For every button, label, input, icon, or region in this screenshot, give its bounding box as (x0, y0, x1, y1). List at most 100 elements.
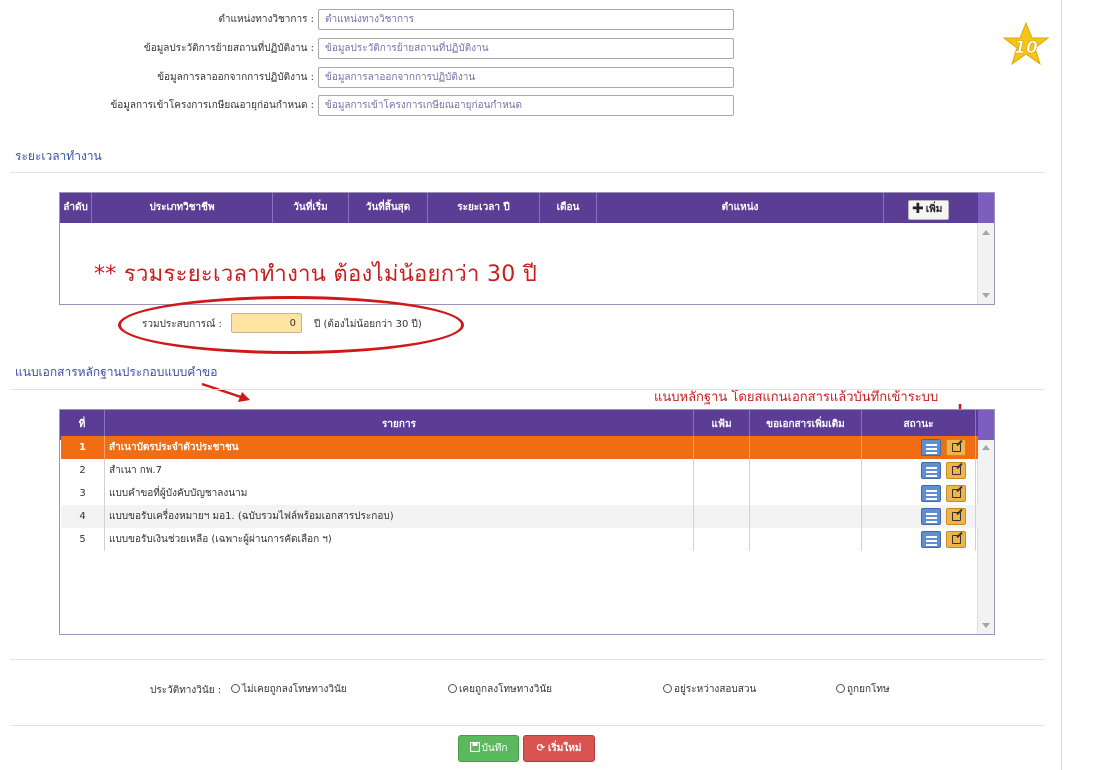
early-retirement-input[interactable] (318, 95, 734, 116)
row-file (694, 436, 750, 459)
star-10-icon: 10 (1003, 22, 1049, 66)
row-actions (915, 436, 975, 459)
scroll-down-icon[interactable] (982, 293, 990, 298)
row-name: แบบคำขอที่ผู้บังคับบัญชาลงนาม (105, 482, 694, 505)
edit-button[interactable] (946, 485, 966, 502)
refresh-icon: ⟳ (536, 743, 545, 754)
row-request (750, 528, 862, 551)
divider (10, 172, 1044, 173)
radio-circle-icon[interactable] (448, 684, 457, 693)
col-header-years: ระยะเวลา ปี (428, 193, 540, 223)
row-number: 5 (61, 528, 105, 551)
field-label: ข้อมูลประวัติการย้ายสถานที่ปฏิบัติงาน : (143, 43, 314, 54)
divider (10, 725, 1044, 726)
save-button-label: บันทึก (481, 743, 508, 754)
transfer-history-input[interactable] (318, 38, 734, 59)
add-button-label: เพิ่ม (925, 204, 943, 215)
academic-position-input[interactable] (318, 9, 734, 30)
radio-pardoned[interactable]: ถูกยกโทษ (836, 682, 890, 697)
resignation-input[interactable] (318, 67, 734, 88)
row-name: แบบขอรับเครื่องหมายฯ มอ1. (ฉบับรวมไฟล์พร… (105, 505, 694, 528)
view-button[interactable] (921, 531, 941, 548)
row-actions (915, 528, 975, 551)
add-button[interactable]: ✚ เพิ่ม (908, 200, 950, 220)
radio-never-punished[interactable]: ไม่เคยถูกลงโทษทางวินัย (231, 682, 347, 697)
table-row[interactable]: 3 แบบคำขอที่ผู้บังคับบัญชาลงนาม (61, 482, 978, 505)
radio-punished[interactable]: เคยถูกลงโทษทางวินัย (448, 682, 552, 697)
header-scroll-cap (978, 410, 994, 440)
form-row-early-retirement: ข้อมูลการเข้าโครงการเกษียณอายุก่อนกำหนด … (0, 95, 316, 116)
row-file (694, 505, 750, 528)
row-name: สำเนาบัตรประจำตัวประชาชน (105, 436, 694, 459)
edit-button[interactable] (946, 439, 966, 456)
form-row-transfer-history: ข้อมูลประวัติการย้ายสถานที่ปฏิบัติงาน : (0, 38, 316, 59)
radio-label: เคยถูกลงโทษทางวินัย (459, 684, 553, 695)
row-actions (915, 459, 975, 482)
work-period-scrollbar[interactable] (977, 223, 994, 304)
row-request (750, 436, 862, 459)
col-header-months: เดือน (540, 193, 597, 223)
radio-circle-icon[interactable] (836, 684, 845, 693)
col-header-start-date: วันที่เริ่ม (273, 193, 349, 223)
row-file (694, 528, 750, 551)
row-name: แบบขอรับเงินช่วยเหลือ (เฉพาะผู้ผ่านการคั… (105, 528, 694, 551)
save-button[interactable]: บันทึก (458, 735, 519, 762)
reset-button[interactable]: ⟳ เริ่มใหม่ (523, 735, 595, 762)
col-header-position: ตำแหน่ง (597, 193, 884, 223)
view-button[interactable] (921, 439, 941, 456)
scroll-up-icon[interactable] (982, 445, 990, 450)
radio-label: อยู่ระหว่างสอบสวน (674, 684, 757, 695)
view-button[interactable] (921, 462, 941, 479)
plus-icon: ✚ (912, 201, 924, 217)
row-number: 4 (61, 505, 105, 528)
section-title-work-period: ระยะเวลาทำงาน (15, 149, 102, 163)
row-number: 1 (61, 436, 105, 459)
form-row-academic-position: ตำแหน่งทางวิชาการ : (0, 9, 316, 30)
col-header-order: ลำดับ (60, 193, 92, 223)
edit-button[interactable] (946, 508, 966, 525)
field-label: ข้อมูลการลาออกจากการปฏิบัติงาน : (157, 72, 314, 83)
divider (10, 389, 1044, 390)
row-request (750, 459, 862, 482)
page-right-border (1061, 0, 1062, 770)
scroll-down-icon[interactable] (982, 623, 990, 628)
form-row-resignation: ข้อมูลการลาออกจากการปฏิบัติงาน : (0, 67, 316, 88)
row-request (750, 482, 862, 505)
edit-button[interactable] (946, 462, 966, 479)
row-request (750, 505, 862, 528)
red-arrow-icon (201, 382, 250, 402)
logo-text: 10 (1014, 38, 1038, 58)
radio-circle-icon[interactable] (231, 684, 240, 693)
table-row[interactable]: 1 สำเนาบัตรประจำตัวประชาชน (61, 436, 978, 459)
row-number: 3 (61, 482, 105, 505)
header-scroll-cap (978, 193, 994, 223)
floppy-icon (469, 741, 480, 753)
radio-under-investigation[interactable]: อยู่ระหว่างสอบสวน (663, 682, 756, 697)
radio-label: ไม่เคยถูกลงโทษทางวินัย (242, 684, 347, 695)
table-row[interactable]: 5 แบบขอรับเงินช่วยเหลือ (เฉพาะผู้ผ่านการ… (61, 528, 978, 551)
row-number: 2 (61, 459, 105, 482)
reset-button-label: เริ่มใหม่ (547, 743, 582, 754)
row-file (694, 459, 750, 482)
view-button[interactable] (921, 508, 941, 525)
documents-grid: ที่ รายการ แฟ้ม ขอเอกสารเพิ่มเติม สถานะ … (59, 409, 1009, 635)
radio-circle-icon[interactable] (663, 684, 672, 693)
documents-scrollbar[interactable] (977, 440, 994, 634)
work-period-warning: ** รวมระยะเวลาทำงาน ต้องไม่น้อยกว่า 30 ป… (94, 262, 538, 287)
view-button[interactable] (921, 485, 941, 502)
field-label: ข้อมูลการเข้าโครงการเกษียณอายุก่อนกำหนด … (110, 100, 314, 111)
edit-button[interactable] (946, 531, 966, 548)
table-row[interactable]: 2 สำเนา กพ.7 (61, 459, 978, 482)
scroll-up-icon[interactable] (982, 230, 990, 235)
work-period-header: ลำดับ ประเภทวิชาชีพ วันที่เริ่ม วันที่สิ… (60, 193, 978, 223)
row-actions (915, 505, 975, 528)
highlight-ellipse (118, 296, 464, 354)
row-file (694, 482, 750, 505)
col-header-end-date: วันที่สิ้นสุด (349, 193, 428, 223)
radio-label: ถูกยกโทษ (847, 684, 890, 695)
table-row[interactable]: 4 แบบขอรับเครื่องหมายฯ มอ1. (ฉบับรวมไฟล์… (61, 505, 978, 528)
row-name: สำเนา กพ.7 (105, 459, 694, 482)
section-title-documents: แนบเอกสารหลักฐานประกอบแบบคำขอ (15, 365, 218, 379)
divider (10, 659, 1044, 660)
row-actions (915, 482, 975, 505)
